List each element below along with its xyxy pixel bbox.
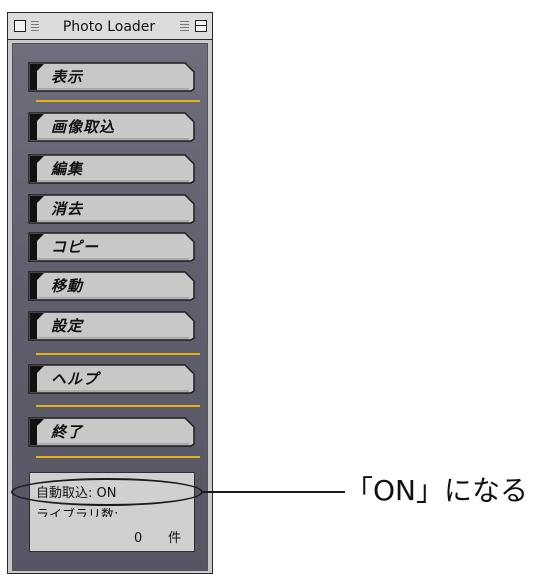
library-count-unit: 件 — [168, 531, 182, 546]
title-bar[interactable]: Photo Loader — [8, 13, 212, 40]
menu-button-label: 画像取込 — [51, 118, 116, 136]
menu-button-settings[interactable]: 設定 — [27, 311, 195, 341]
title-stripes-right — [180, 21, 189, 32]
menu-button-delete[interactable]: 消去 — [27, 194, 195, 224]
library-count-label: ライブラリ数: — [36, 508, 119, 517]
menu-button-quit[interactable]: 終了 — [27, 417, 195, 447]
menu-button-label: コピー — [51, 238, 100, 256]
close-box-icon[interactable] — [14, 20, 26, 32]
menu-button-move[interactable]: 移動 — [27, 271, 195, 301]
separator — [36, 353, 200, 355]
separator — [36, 100, 200, 102]
separator — [36, 456, 200, 458]
menu-button-label: 編集 — [51, 160, 84, 178]
menu-button-label: 設定 — [51, 317, 84, 335]
menu-button-label: 終了 — [51, 423, 84, 441]
title-stripes-left — [31, 21, 39, 32]
menu-button-label: 消去 — [51, 200, 84, 218]
menu-button-copy[interactable]: コピー — [27, 232, 195, 262]
callout-leader-line — [203, 491, 345, 493]
highlight-ellipse — [11, 478, 203, 506]
menu-button-label: ヘルプ — [51, 370, 100, 388]
zoom-box-icon[interactable] — [195, 20, 207, 32]
library-count-value: 0 — [134, 531, 143, 546]
menu-button-help[interactable]: ヘルプ — [27, 364, 195, 394]
window-title: Photo Loader — [62, 19, 156, 35]
menu-button-label: 移動 — [51, 277, 84, 295]
separator — [36, 405, 200, 407]
menu-button-edit[interactable]: 編集 — [27, 154, 195, 184]
menu-button-display[interactable]: 表示 — [27, 62, 195, 92]
callout-text: 「ON」になる — [345, 474, 528, 507]
menu-button-import-image[interactable]: 画像取込 — [27, 112, 195, 142]
menu-button-label: 表示 — [51, 68, 84, 86]
